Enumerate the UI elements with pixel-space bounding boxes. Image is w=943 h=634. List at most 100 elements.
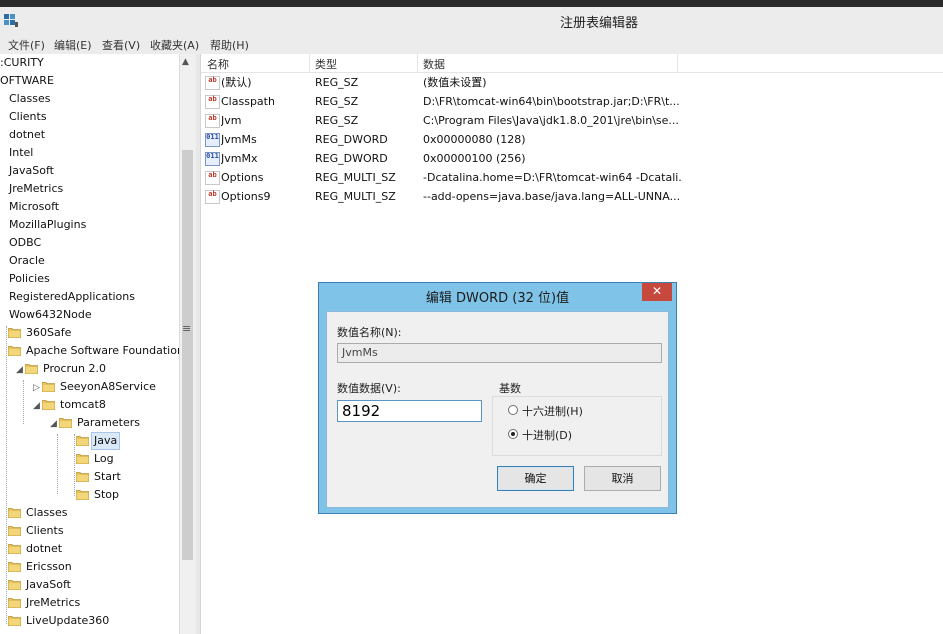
tree-item[interactable]: Intel — [0, 144, 179, 162]
tree-item-label[interactable]: Java — [91, 432, 121, 450]
column-separator[interactable] — [677, 54, 678, 72]
value-row[interactable]: ab Classpath REG_SZ D:\FR\tomcat-win64\bin\… — [201, 92, 943, 111]
tree-item[interactable]: ◢ tomcat8 — [0, 396, 179, 414]
tree-item-label[interactable]: Clients — [9, 108, 47, 126]
tree-item-label[interactable]: Clients — [26, 522, 64, 540]
folder-icon — [8, 508, 21, 518]
tree-item-label[interactable]: Ericsson — [26, 558, 72, 576]
tree-item[interactable]: JavaSoft — [0, 576, 179, 594]
tree-item[interactable]: dotnet — [0, 126, 179, 144]
column-separator[interactable] — [309, 54, 310, 72]
tree-scrollbar[interactable]: ▲ ≡ — [179, 54, 196, 634]
tree-item[interactable]: OFTWARE — [0, 72, 179, 90]
column-name-header[interactable]: 名称 — [207, 56, 229, 72]
tree-item[interactable]: 360Safe — [0, 324, 179, 342]
tree-item-label[interactable]: 360Safe — [26, 324, 71, 342]
tree-item[interactable]: Log — [0, 450, 179, 468]
value-row[interactable]: ab (默认) REG_SZ (数值未设置) — [201, 73, 943, 92]
tree-item-label[interactable]: Microsoft — [9, 198, 59, 216]
tree-item-label[interactable]: Stop — [94, 486, 119, 504]
collapse-arrow-icon[interactable]: ◢ — [50, 415, 57, 433]
tree-item[interactable]: Classes — [0, 90, 179, 108]
scrollbar-thumb[interactable] — [182, 150, 193, 560]
tree-item-label[interactable]: RegisteredApplications — [9, 288, 135, 306]
tree-item[interactable]: dotnet — [0, 540, 179, 558]
tree-item[interactable]: JavaSoft — [0, 162, 179, 180]
menu-view[interactable]: 查看(V) — [102, 37, 140, 53]
tree-item-label[interactable]: Procrun 2.0 — [43, 360, 106, 378]
column-separator[interactable] — [417, 54, 418, 72]
tree-item-label[interactable]: OFTWARE — [0, 72, 54, 90]
hex-radio[interactable] — [508, 405, 518, 415]
tree-item-label[interactable]: MozillaPlugins — [9, 216, 86, 234]
tree-item[interactable]: Apache Software Foundation — [0, 342, 179, 360]
tree-item[interactable]: LiveUpdate360 — [0, 612, 179, 630]
menu-edit[interactable]: 编辑(E) — [54, 37, 92, 53]
tree-item-label[interactable]: Oracle — [9, 252, 45, 270]
tree-item-label[interactable]: JavaSoft — [26, 576, 71, 594]
tree-item-label[interactable]: dotnet — [9, 126, 45, 144]
column-data-header[interactable]: 数据 — [423, 56, 445, 72]
tree-item-label[interactable]: Parameters — [77, 414, 140, 432]
tree-item-label[interactable]: SeeyonA8Service — [60, 378, 156, 396]
tree-item[interactable]: Clients — [0, 522, 179, 540]
tree-item[interactable]: Start — [0, 468, 179, 486]
value-name: Options9 — [221, 190, 271, 203]
tree-item-label[interactable]: JavaSoft — [9, 162, 54, 180]
tree-item[interactable]: Classes — [0, 504, 179, 522]
tree-item[interactable]: JreMetrics — [0, 180, 179, 198]
tree-item[interactable]: Oracle — [0, 252, 179, 270]
tree-item[interactable]: Stop — [0, 486, 179, 504]
tree-item-label[interactable]: Wow6432Node — [9, 306, 92, 324]
tree-item-label[interactable]: tomcat8 — [60, 396, 106, 414]
collapse-arrow-icon[interactable]: ◢ — [33, 397, 40, 415]
tree-item[interactable]: JreMetrics — [0, 594, 179, 612]
ok-button[interactable]: 确定 — [497, 466, 574, 491]
value-row[interactable]: ab Jvm REG_SZ C:\Program Files\Java\jdk1.8.… — [201, 111, 943, 130]
decimal-radio[interactable] — [508, 429, 518, 439]
collapse-arrow-icon[interactable]: ◢ — [16, 361, 23, 379]
menu-help[interactable]: 帮助(H) — [210, 37, 249, 53]
tree-item[interactable]: Java — [0, 432, 179, 450]
value-row[interactable]: ab Options REG_MULTI_SZ -Dcatalina.home=D:\… — [201, 168, 943, 187]
tree-item[interactable]: ▷ SeeyonA8Service — [0, 378, 179, 396]
tree-item-label[interactable]: ODBC — [9, 234, 41, 252]
tree-item[interactable]: Policies — [0, 270, 179, 288]
tree-item-label[interactable]: Log — [94, 450, 114, 468]
tree-item-label[interactable]: Apache Software Foundation — [26, 342, 179, 360]
expand-arrow-icon[interactable]: ▷ — [33, 379, 40, 397]
menu-favorites[interactable]: 收藏夹(A) — [150, 37, 199, 53]
tree-item-label[interactable]: Classes — [9, 90, 50, 108]
tree-item-label[interactable]: dotnet — [26, 540, 62, 558]
close-icon[interactable]: ✕ — [642, 283, 672, 301]
tree-item[interactable]: Wow6432Node — [0, 306, 179, 324]
tree-item[interactable]: MozillaPlugins — [0, 216, 179, 234]
tree-item-label[interactable]: JreMetrics — [9, 180, 63, 198]
decimal-radio-label[interactable]: 十进制(D) — [522, 427, 572, 443]
tree-item-label[interactable]: Policies — [9, 270, 50, 288]
tree-item[interactable]: RegisteredApplications — [0, 288, 179, 306]
tree-item-label[interactable]: Start — [94, 468, 121, 486]
value-row[interactable]: 011 JvmMs REG_DWORD 0x00000080 (128) — [201, 130, 943, 149]
cancel-button[interactable]: 取消 — [584, 466, 661, 491]
tree-item-label[interactable]: :CURITY — [0, 54, 44, 72]
tree-item[interactable]: ODBC — [0, 234, 179, 252]
tree-item-label[interactable]: Classes — [26, 504, 67, 522]
hex-radio-label[interactable]: 十六进制(H) — [522, 403, 583, 419]
registry-tree[interactable]: :CURITY OFTWARE Classes Clients dotnet Intel J… — [0, 54, 179, 634]
column-type-header[interactable]: 类型 — [315, 56, 337, 72]
tree-item[interactable]: Microsoft — [0, 198, 179, 216]
tree-item[interactable]: Clients — [0, 108, 179, 126]
menu-file[interactable]: 文件(F) — [8, 37, 45, 53]
tree-item[interactable]: Ericsson — [0, 558, 179, 576]
tree-item[interactable]: ◢ Procrun 2.0 — [0, 360, 179, 378]
value-data-input[interactable]: 8192 — [337, 400, 482, 422]
tree-item-label[interactable]: JreMetrics — [26, 594, 80, 612]
value-row[interactable]: 011 JvmMx REG_DWORD 0x00000100 (256) — [201, 149, 943, 168]
tree-item-label[interactable]: LiveUpdate360 — [26, 612, 109, 630]
tree-item-label[interactable]: Intel — [9, 144, 33, 162]
value-row[interactable]: ab Options9 REG_MULTI_SZ --add-opens=java.b… — [201, 187, 943, 206]
tree-item[interactable]: ◢ Parameters — [0, 414, 179, 432]
tree-item[interactable]: :CURITY — [0, 54, 179, 72]
scroll-up-arrow-icon[interactable]: ▲ — [182, 57, 189, 67]
